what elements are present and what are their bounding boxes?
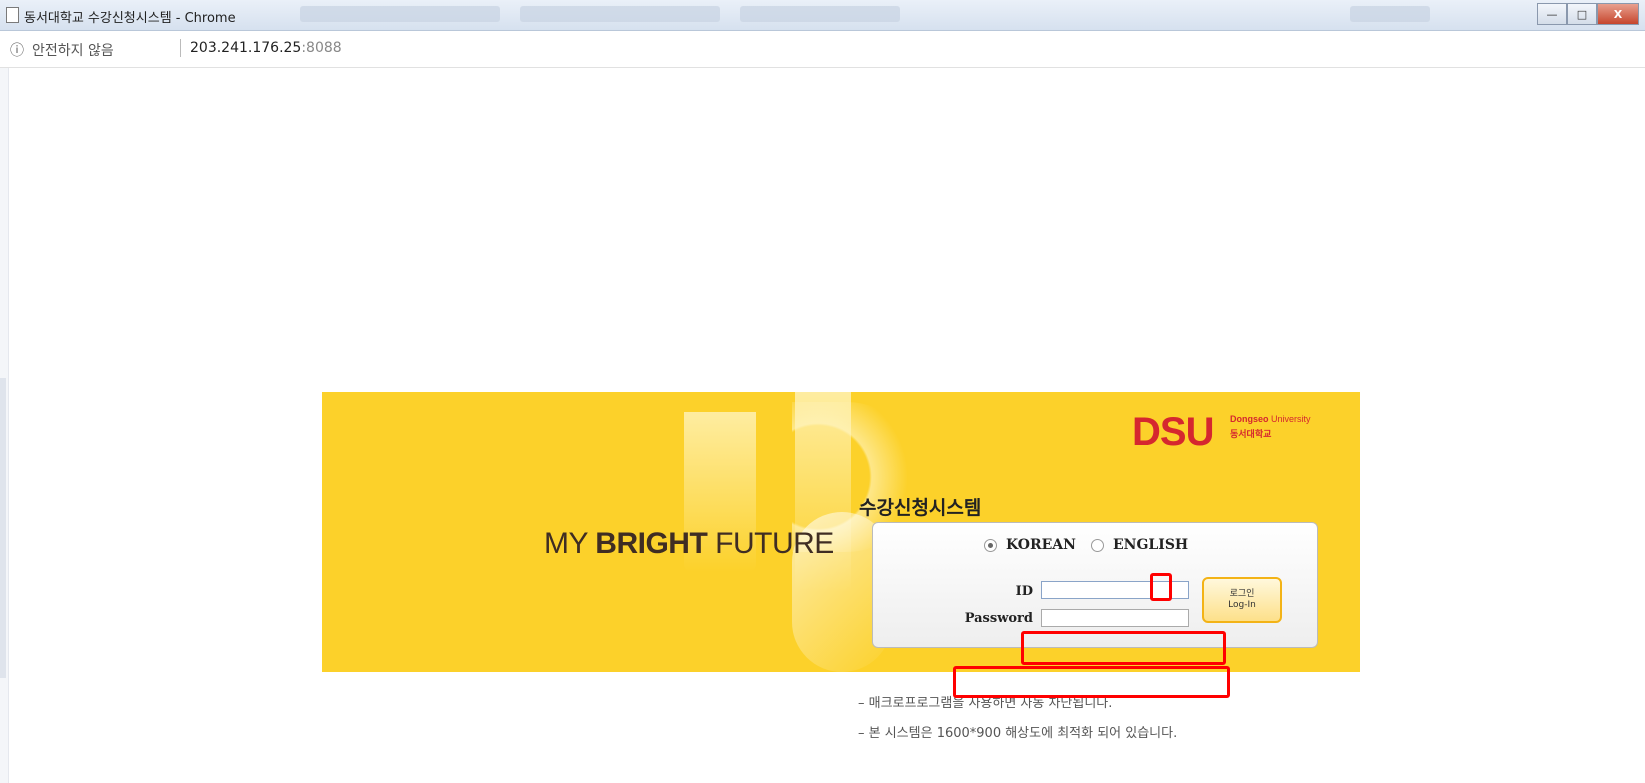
slogan-bold: BRIGHT bbox=[595, 527, 708, 560]
info-icon[interactable]: ⓘ bbox=[10, 40, 24, 60]
window-controls: — □ X bbox=[1537, 3, 1639, 25]
blurred-tab bbox=[300, 6, 500, 22]
page-icon bbox=[6, 7, 19, 23]
system-title: 수강신청시스템 bbox=[859, 497, 982, 519]
minimize-button[interactable]: — bbox=[1537, 3, 1567, 25]
scrollbar-thumb[interactable] bbox=[0, 378, 6, 678]
dsu-logo: DSU bbox=[1132, 410, 1214, 454]
id-label: ID bbox=[1015, 584, 1033, 599]
slogan: MY BRIGHT FUTURE bbox=[544, 527, 834, 561]
login-banner: MY BRIGHT FUTURE DSU Dongseo University … bbox=[322, 392, 1360, 672]
security-status[interactable]: 안전하지 않음 bbox=[32, 40, 114, 60]
login-button-label-en: Log-In bbox=[1228, 600, 1256, 610]
language-english-label: ENGLISH bbox=[1113, 537, 1189, 553]
address-separator bbox=[180, 39, 181, 57]
language-korean[interactable]: KOREAN bbox=[984, 537, 1076, 553]
notice-resolution: – 본 시스템은 1600*900 해상도에 최적화 되어 있습니다. bbox=[858, 726, 1178, 741]
radio-korean[interactable] bbox=[984, 538, 997, 552]
university-name-ko: 동서대학교 bbox=[1230, 429, 1272, 439]
address-bar[interactable]: ⓘ 안전하지 않음 203.241.176.25:8088 bbox=[0, 31, 1645, 68]
url-host: 203.241.176.25 bbox=[190, 40, 302, 56]
window-titlebar: 동서대학교 수강신청시스템 - Chrome — □ X bbox=[0, 0, 1645, 31]
slogan-suffix: FUTURE bbox=[707, 527, 834, 560]
university-name-rest: University bbox=[1268, 414, 1311, 424]
login-form: KOREAN ENGLISH ID Password 로그인 Log-In bbox=[872, 522, 1318, 648]
url-text[interactable]: 203.241.176.25:8088 bbox=[190, 40, 342, 56]
highlight-box bbox=[1150, 573, 1172, 601]
highlight-box bbox=[1021, 631, 1226, 665]
slogan-prefix: MY bbox=[544, 527, 596, 560]
login-button[interactable]: 로그인 Log-In bbox=[1202, 577, 1282, 623]
password-input[interactable] bbox=[1041, 609, 1189, 627]
language-korean-label: KOREAN bbox=[1006, 537, 1076, 553]
close-button[interactable]: X bbox=[1597, 3, 1639, 25]
highlight-box bbox=[953, 666, 1230, 698]
radio-english[interactable] bbox=[1091, 538, 1104, 552]
university-name-en: Dongseo University bbox=[1230, 414, 1311, 424]
url-port: :8088 bbox=[301, 40, 342, 56]
window-title: 동서대학교 수강신청시스템 - Chrome bbox=[24, 11, 236, 26]
blurred-tab bbox=[740, 6, 900, 22]
blurred-tab bbox=[520, 6, 720, 22]
maximize-button[interactable]: □ bbox=[1567, 3, 1597, 25]
university-name-bold: Dongseo bbox=[1230, 414, 1269, 424]
left-edge bbox=[0, 68, 9, 783]
language-english[interactable]: ENGLISH bbox=[1091, 537, 1188, 553]
password-label: Password bbox=[964, 611, 1033, 626]
blurred-tab bbox=[1350, 6, 1430, 22]
login-button-label-ko: 로그인 bbox=[1229, 589, 1255, 599]
